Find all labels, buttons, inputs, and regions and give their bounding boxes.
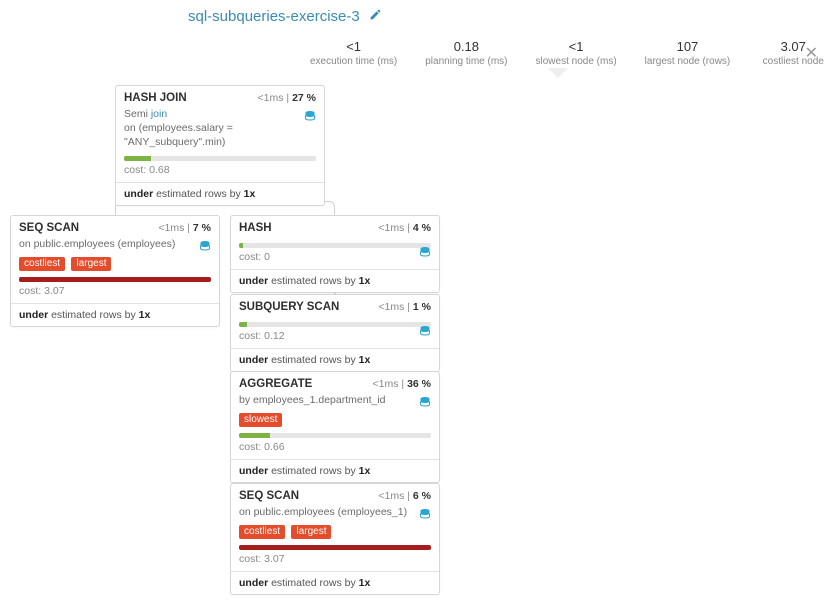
cost-bar bbox=[239, 322, 431, 327]
badge-largest: largest bbox=[71, 257, 111, 271]
badge-costliest: costliest bbox=[239, 525, 285, 539]
node-seq-scan-2[interactable]: SEQ SCAN <1ms | 6 % on public.employees … bbox=[230, 483, 440, 595]
node-aggregate[interactable]: AGGREGATE <1ms | 36 % by employees_1.dep… bbox=[230, 371, 440, 483]
cost-label: cost: 0 bbox=[239, 251, 431, 263]
cost-bar bbox=[239, 243, 431, 248]
node-detail: on public.employees (employees_1) bbox=[239, 505, 431, 519]
node-seq-scan-1[interactable]: SEQ SCAN <1ms | 7 % on public.employees … bbox=[10, 215, 220, 327]
pointer-icon bbox=[548, 68, 568, 78]
stats-row: <1 execution time (ms) 0.18 planning tim… bbox=[0, 29, 836, 79]
stat-slowest: <1 slowest node (ms) bbox=[536, 39, 617, 67]
stat-label: largest node (rows) bbox=[645, 56, 731, 67]
stat-plan-time: 0.18 planning time (ms) bbox=[425, 39, 507, 67]
cost-bar bbox=[19, 277, 211, 282]
node-title: AGGREGATE bbox=[239, 378, 312, 390]
close-icon[interactable]: ✕ bbox=[805, 43, 818, 63]
stat-label: execution time (ms) bbox=[310, 56, 397, 67]
node-timing: <1ms | 7 % bbox=[158, 222, 211, 234]
node-timing: <1ms | 4 % bbox=[378, 222, 431, 234]
cost-label: cost: 3.07 bbox=[19, 285, 211, 297]
estimate-row: under estimated rows by 1x bbox=[231, 348, 439, 371]
edit-icon[interactable] bbox=[369, 8, 382, 24]
badge-costliest: costliest bbox=[19, 257, 65, 271]
node-hash-join[interactable]: HASH JOIN <1ms | 27 % Semi join on (empl… bbox=[115, 85, 325, 206]
node-subquery-scan[interactable]: SUBQUERY SCAN <1ms | 1 % cost: 0.12 unde… bbox=[230, 294, 440, 372]
estimate-row: under estimated rows by 1x bbox=[231, 269, 439, 292]
estimate-row: under estimated rows by 1x bbox=[231, 571, 439, 594]
cost-label: cost: 3.07 bbox=[239, 553, 431, 565]
cost-label: cost: 0.12 bbox=[239, 330, 431, 342]
node-title: SEQ SCAN bbox=[239, 490, 299, 502]
stat-label: planning time (ms) bbox=[425, 56, 507, 67]
stat-value: 0.18 bbox=[425, 39, 507, 54]
node-title: HASH bbox=[239, 222, 272, 234]
estimate-row: under estimated rows by 1x bbox=[116, 182, 324, 205]
database-icon[interactable] bbox=[304, 109, 316, 126]
stat-value: <1 bbox=[310, 39, 397, 54]
node-title: HASH JOIN bbox=[124, 92, 187, 104]
cost-label: cost: 0.66 bbox=[239, 441, 431, 453]
cost-bar bbox=[239, 545, 431, 550]
node-timing: <1ms | 1 % bbox=[378, 301, 431, 313]
node-detail: on public.employees (employees) bbox=[19, 237, 211, 251]
node-detail: by employees_1.department_id bbox=[239, 393, 431, 407]
stat-value: <1 bbox=[536, 39, 617, 54]
database-icon[interactable] bbox=[419, 324, 431, 341]
estimate-row: under estimated rows by 1x bbox=[11, 303, 219, 326]
database-icon[interactable] bbox=[419, 245, 431, 262]
node-timing: <1ms | 36 % bbox=[373, 378, 431, 390]
cost-bar bbox=[239, 433, 431, 438]
database-icon[interactable] bbox=[419, 507, 431, 524]
node-timing: <1ms | 27 % bbox=[258, 92, 316, 104]
stat-value: 107 bbox=[645, 39, 731, 54]
cost-label: cost: 0.68 bbox=[124, 164, 316, 176]
stat-exec-time: <1 execution time (ms) bbox=[310, 39, 397, 67]
database-icon[interactable] bbox=[419, 395, 431, 412]
node-hash[interactable]: HASH <1ms | 4 % cost: 0 under estimated … bbox=[230, 215, 440, 293]
plan-title: sql-subqueries-exercise-3 bbox=[188, 8, 360, 25]
database-icon[interactable] bbox=[199, 239, 211, 256]
stat-largest: 107 largest node (rows) bbox=[645, 39, 731, 67]
node-title: SUBQUERY SCAN bbox=[239, 301, 339, 313]
node-timing: <1ms | 6 % bbox=[378, 490, 431, 502]
node-detail: Semi join on (employees.salary = "ANY_su… bbox=[124, 107, 316, 150]
estimate-row: under estimated rows by 1x bbox=[231, 459, 439, 482]
cost-bar bbox=[124, 156, 316, 161]
stat-label: slowest node (ms) bbox=[536, 56, 617, 67]
badge-largest: largest bbox=[291, 525, 331, 539]
badge-slowest: slowest bbox=[239, 413, 282, 427]
node-title: SEQ SCAN bbox=[19, 222, 79, 234]
